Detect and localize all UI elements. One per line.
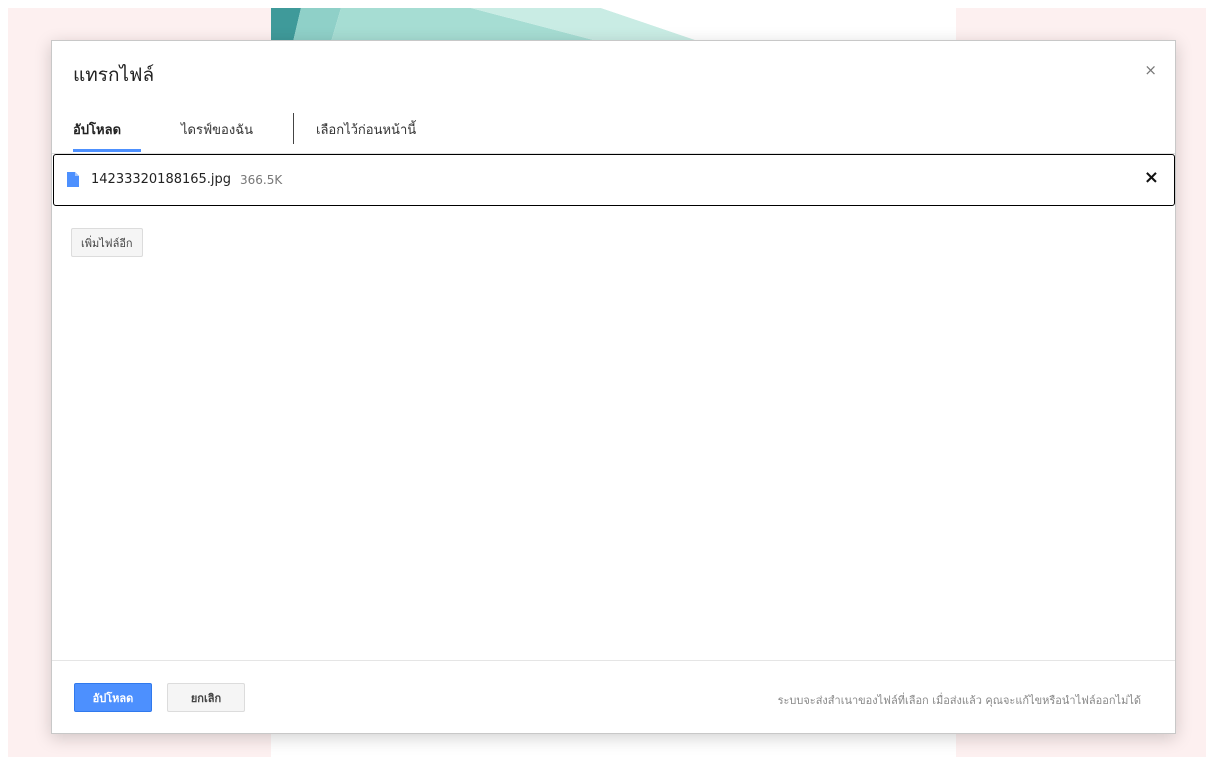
active-tab-indicator xyxy=(73,149,141,152)
footer-note: ระบบจะส่งสำเนาของไฟล์ที่เลือก เมื่อส่งแล… xyxy=(777,694,1141,707)
file-size: 366.5K xyxy=(240,173,283,187)
add-more-files-button[interactable]: เพิ่มไฟล์อีก xyxy=(71,228,143,257)
file-icon xyxy=(67,172,79,187)
tab-upload[interactable]: อัปโหลด xyxy=(73,119,121,140)
tab-previously-selected[interactable]: เลือกไว้ก่อนหน้านี้ xyxy=(316,119,416,140)
file-name: 14233320188165.jpg xyxy=(91,172,232,187)
tab-my-drive[interactable]: ไดรฟ์ของฉัน xyxy=(181,119,253,140)
remove-file-button[interactable]: × xyxy=(1144,169,1159,187)
footer-divider xyxy=(52,660,1175,661)
close-dialog-button[interactable]: × xyxy=(1144,63,1157,78)
upload-button[interactable]: อัปโหลด xyxy=(74,683,152,712)
background-banner-image xyxy=(271,8,956,42)
dialog-title: แทรกไฟล์ xyxy=(73,64,155,86)
selected-file-row: 14233320188165.jpg 366.5K × xyxy=(53,154,1175,206)
cancel-button[interactable]: ยกเลิก xyxy=(167,683,245,712)
insert-file-dialog: แทรกไฟล์ × อัปโหลด ไดรฟ์ของฉัน เลือกไว้ก… xyxy=(51,40,1176,734)
tab-divider xyxy=(293,113,294,144)
